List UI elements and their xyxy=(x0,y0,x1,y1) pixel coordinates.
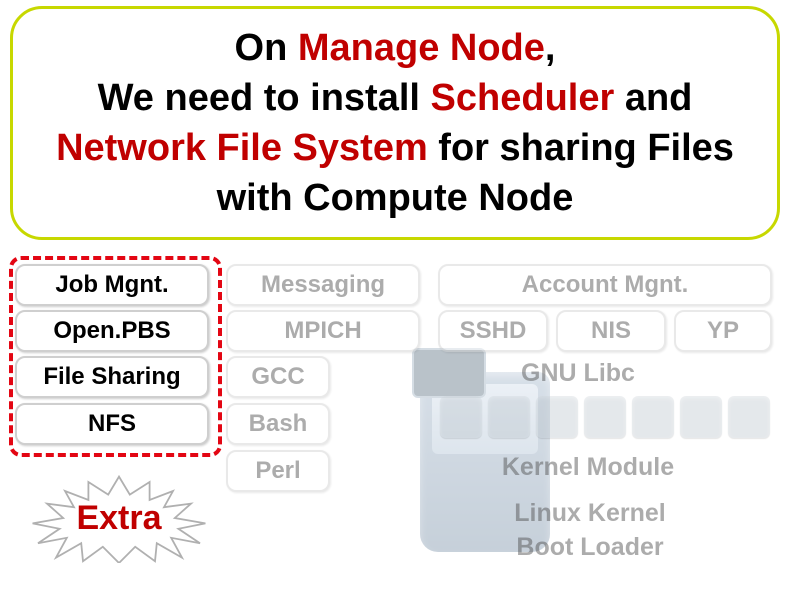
headline-text: On Manage Node, We need to install Sched… xyxy=(31,23,759,224)
slide: On Manage Node, We need to install Sched… xyxy=(0,0,794,595)
box-bash: Bash xyxy=(226,403,330,445)
box-sshd: SSHD xyxy=(438,310,548,352)
box-gcc: GCC xyxy=(226,356,330,398)
box-mpich: MPICH xyxy=(226,310,420,352)
box-account-mgnt: Account Mgnt. xyxy=(438,264,772,306)
box-nfs: NFS xyxy=(15,403,209,445)
extra-label: Extra xyxy=(24,473,214,563)
label-gnu-libc: GNU Libc xyxy=(478,360,678,388)
hl-seg-red: Network File System xyxy=(56,127,428,169)
hl-seg-red: Manage Node xyxy=(298,27,545,69)
box-nis: NIS xyxy=(556,310,666,352)
hl-seg: On xyxy=(235,27,298,69)
box-file-sharing: File Sharing xyxy=(15,356,209,398)
headline-card: On Manage Node, We need to install Sched… xyxy=(10,6,780,240)
box-job-mgnt: Job Mgnt. xyxy=(15,264,209,306)
hardware-icons xyxy=(440,396,770,440)
label-boot-loader: Boot Loader xyxy=(480,534,700,562)
box-messaging: Messaging xyxy=(226,264,420,306)
hl-seg: , xyxy=(545,27,556,69)
box-open-pbs: Open.PBS xyxy=(15,310,209,352)
box-perl: Perl xyxy=(226,450,330,492)
extra-starburst: Extra xyxy=(24,473,214,563)
hl-seg-red: Scheduler xyxy=(431,77,615,119)
stack-area: Job Mgnt. Open.PBS File Sharing NFS Mess… xyxy=(10,248,780,588)
hl-seg: and xyxy=(614,77,692,119)
hl-seg: We need to install xyxy=(98,77,431,119)
box-yp: YP xyxy=(674,310,772,352)
label-kernel-module: Kernel Module xyxy=(458,454,718,482)
label-linux-kernel: Linux Kernel xyxy=(480,500,700,528)
